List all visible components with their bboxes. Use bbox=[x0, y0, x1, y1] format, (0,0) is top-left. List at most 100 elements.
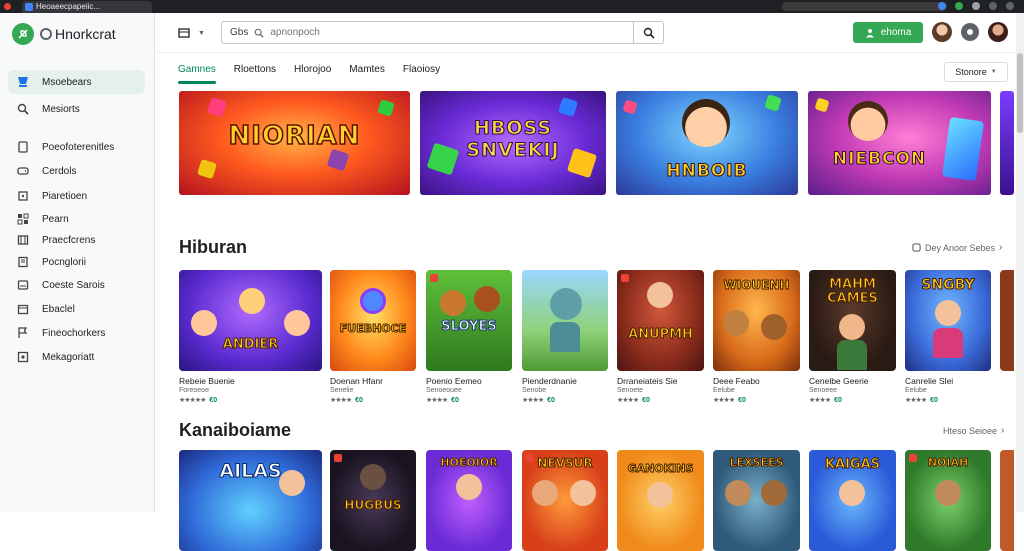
book-icon bbox=[17, 256, 29, 268]
help-icon[interactable] bbox=[961, 23, 979, 41]
app-card[interactable]: WIOUENH Deee Feabo Eelube ★★★★ €0 bbox=[713, 270, 800, 406]
gem-decoration bbox=[557, 96, 579, 118]
chevron-down-icon: ▼ bbox=[990, 69, 997, 75]
app-card[interactable]: HOEOIOR bbox=[426, 450, 512, 551]
profile-icon[interactable] bbox=[972, 2, 980, 10]
app-card[interactable]: AILAS bbox=[179, 450, 322, 551]
address-bar[interactable] bbox=[782, 2, 947, 11]
rating-stars: ★★★★ bbox=[426, 397, 448, 404]
app-card-image: WIOUENH bbox=[713, 270, 800, 371]
rating-stars: ★★★★ bbox=[330, 397, 352, 404]
app-card[interactable]: ANUPMH Drraneiateis Sie Senoete ★★★★ €0 bbox=[617, 270, 704, 406]
app-card-art-title: MAHM CAMES bbox=[827, 277, 879, 306]
sidebar-item-label: Mesiorts bbox=[42, 103, 80, 115]
app-card-price: €0 bbox=[547, 397, 555, 404]
apps-menu-button[interactable]: ▼ bbox=[178, 26, 208, 40]
app-logo[interactable]: Hnorkcrat bbox=[12, 23, 116, 45]
app-card-image: SLOYES bbox=[426, 270, 512, 371]
sidebar-item-gamepad[interactable]: Cerdols bbox=[8, 159, 145, 183]
search-submit-button[interactable] bbox=[633, 22, 663, 43]
app-card-rating: ★★★★★ €0 bbox=[179, 396, 322, 406]
app-card[interactable]: HUGBUS bbox=[330, 450, 416, 551]
chevron-right-icon: › bbox=[1001, 425, 1005, 436]
sort-dropdown[interactable]: Stonore ▼ bbox=[944, 62, 1008, 82]
app-card-art-title: GANOKINS bbox=[627, 462, 694, 476]
search-box[interactable]: Gbs bbox=[221, 21, 664, 44]
sidebar-item-store[interactable]: Msoebears bbox=[8, 70, 145, 94]
character-illustration bbox=[682, 99, 730, 147]
app-card-partial[interactable] bbox=[1000, 270, 1014, 371]
see-more-link[interactable]: Hteso Seioee › bbox=[943, 425, 1004, 436]
featured-banner[interactable]: HNBOIB bbox=[616, 91, 798, 195]
page-scrollbar[interactable] bbox=[1016, 13, 1024, 512]
app-card[interactable]: KAIGAS bbox=[809, 450, 896, 551]
sidebar-item-label: Fineochorkers bbox=[42, 327, 106, 339]
sidebar-item-label: Ebaclel bbox=[42, 303, 75, 315]
tab-movies[interactable]: Hlorojoo bbox=[294, 64, 331, 84]
tab-games[interactable]: Gamnes bbox=[178, 64, 216, 84]
app-card-art-title: SLOYES bbox=[441, 319, 497, 334]
see-more-label: Hteso Seioee bbox=[943, 425, 998, 436]
app-card-image: AILAS bbox=[179, 450, 322, 551]
featured-banner[interactable]: HBOSS SNVEKIJ bbox=[420, 91, 606, 195]
see-more-link[interactable]: Dey Anoor Sebes › bbox=[912, 242, 1002, 253]
extension-icon[interactable] bbox=[938, 2, 946, 10]
close-window-icon[interactable] bbox=[4, 3, 11, 10]
sidebar-item-puzzle[interactable]: Piaretioen bbox=[8, 184, 145, 208]
bookmark-icon[interactable] bbox=[989, 2, 997, 10]
sidebar-item-car[interactable]: Coeste Sarois bbox=[8, 273, 145, 297]
app-card[interactable]: NEVSUR bbox=[522, 450, 608, 551]
tab-apps[interactable]: Rloettons bbox=[234, 64, 276, 84]
sidebar-item-label: Mekagoriatt bbox=[42, 351, 95, 363]
app-card[interactable]: LEXSEES bbox=[713, 450, 800, 551]
character-illustration bbox=[839, 480, 865, 506]
app-card-rating: ★★★★ €0 bbox=[330, 396, 416, 406]
tablet-icon bbox=[17, 141, 29, 153]
car-icon bbox=[17, 279, 29, 291]
tab-kids[interactable]: Flaoiosy bbox=[403, 64, 440, 84]
gem-decoration bbox=[196, 158, 218, 180]
app-card-title: Poenio Eemeo bbox=[426, 376, 482, 386]
sidebar-item-tablet[interactable]: Poeofoterenitles bbox=[8, 135, 145, 159]
app-card[interactable]: SNGBY Canrelie Slei Eelube ★★★★ €0 bbox=[905, 270, 991, 406]
app-card-image bbox=[522, 270, 608, 371]
browser-chrome: Heoaeecpapeiic... bbox=[0, 0, 1024, 13]
extension-icon[interactable] bbox=[955, 2, 963, 10]
app-card-rating: ★★★★ €0 bbox=[713, 396, 800, 406]
browser-menu-icon[interactable] bbox=[1006, 2, 1014, 10]
sidebar-item-label: Poeofoterenitles bbox=[42, 141, 115, 153]
app-card[interactable]: FUEBHOCE Doenan Hfanr Senelie ★★★★ €0 bbox=[330, 270, 416, 406]
app-card-price: €0 bbox=[451, 397, 459, 404]
app-card-image: LEXSEES bbox=[713, 450, 800, 551]
app-card[interactable]: MAHM CAMES Cenelbe Geerie Senoeee ★★★★ €0 bbox=[809, 270, 896, 406]
app-card-art-title: WIOUENH bbox=[723, 278, 790, 293]
character-illustration bbox=[647, 482, 673, 508]
sidebar-item-shop[interactable]: Ebaclel bbox=[8, 297, 145, 321]
featured-banner[interactable]: NIEBCON bbox=[808, 91, 991, 195]
signin-button[interactable]: ehoma bbox=[853, 22, 923, 43]
app-card[interactable]: SLOYES Poenio Eemeo Senoeouee ★★★★ €0 bbox=[426, 270, 512, 406]
featured-banner-partial[interactable] bbox=[1000, 91, 1014, 195]
gem-decoration bbox=[814, 97, 830, 113]
browser-tab[interactable]: Heoaeecpapeiic... bbox=[22, 1, 152, 13]
app-card[interactable]: ANDIER Rebeie Buenie Foreoeoe ★★★★★ €0 bbox=[179, 270, 322, 406]
app-card-art-title: LEXSEES bbox=[729, 456, 784, 470]
app-card[interactable]: GANOKINS bbox=[617, 450, 704, 551]
sidebar-item-settings[interactable]: Mekagoriatt bbox=[8, 345, 145, 369]
app-card-image: FUEBHOCE bbox=[330, 270, 416, 371]
search-input[interactable] bbox=[270, 27, 631, 38]
sidebar-item-flag[interactable]: Fineochorkers bbox=[8, 321, 145, 345]
sidebar-item-film[interactable]: Praecfcrens bbox=[8, 228, 145, 252]
avatar[interactable] bbox=[932, 22, 952, 42]
tab-books[interactable]: Mamtes bbox=[349, 64, 385, 84]
settings-icon bbox=[17, 351, 29, 363]
avatar[interactable] bbox=[988, 22, 1008, 42]
app-card-image: KAIGAS bbox=[809, 450, 896, 551]
app-card[interactable]: NOIAH bbox=[905, 450, 991, 551]
featured-banner[interactable]: NIORIAN bbox=[179, 91, 410, 195]
sidebar-item-book[interactable]: Pocnglorii bbox=[8, 250, 145, 274]
sidebar-item-search[interactable]: Mesiorts bbox=[8, 97, 145, 121]
app-card[interactable]: Pienderdnanie Senobe ★★★★ €0 bbox=[522, 270, 608, 406]
app-card-partial[interactable] bbox=[1000, 450, 1014, 551]
scrollbar-thumb[interactable] bbox=[1017, 53, 1023, 133]
